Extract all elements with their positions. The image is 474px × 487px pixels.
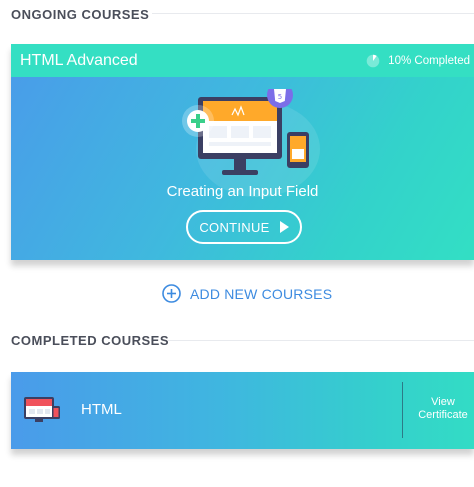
course-progress: 10% Completed (366, 54, 470, 68)
lesson-title: Creating an Input Field (166, 183, 319, 200)
course-name: HTML Advanced (20, 52, 138, 69)
section-divider (152, 13, 474, 14)
completed-course-name: HTML (81, 401, 122, 418)
continue-label: CONTINUE (199, 219, 270, 235)
ongoing-course-card[interactable]: HTML Advanced 10% Completed 5 Creating a… (11, 44, 474, 260)
card-header: HTML Advanced 10% Completed (11, 44, 474, 77)
add-new-courses-button[interactable]: ADD NEW COURSES (162, 284, 332, 303)
course-thumbnail (24, 397, 60, 422)
card-divider (402, 382, 403, 438)
progress-ring-icon (366, 54, 380, 68)
plus-circle-icon (162, 284, 181, 303)
progress-label: 10% Completed (388, 55, 470, 67)
section-title-completed: COMPLETED COURSES (11, 333, 170, 348)
add-new-courses-label: ADD NEW COURSES (190, 285, 333, 302)
section-title-ongoing: ONGOING COURSES (11, 7, 150, 22)
completed-course-card[interactable]: HTML View Certificate (11, 372, 474, 449)
view-certificate-link[interactable]: View Certificate (409, 396, 474, 422)
play-icon (279, 221, 289, 233)
svg-text:5: 5 (278, 93, 282, 101)
section-divider (168, 340, 474, 341)
continue-button[interactable]: CONTINUE (186, 210, 302, 244)
